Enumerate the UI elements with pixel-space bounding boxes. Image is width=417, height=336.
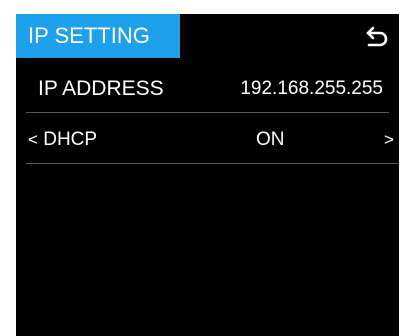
title-bar: IP SETTING [16,14,399,58]
settings-screen: IP SETTING IP ADDRESS 192.168.255.255 < … [16,14,399,336]
dhcp-next-arrow-icon[interactable]: > [379,116,399,164]
ip-address-row[interactable]: IP ADDRESS 192.168.255.255 [26,65,389,113]
ip-address-value: 192.168.255.255 [240,78,383,99]
back-button[interactable] [361,20,393,52]
dhcp-prev-button[interactable]: < DHCP [28,116,97,164]
dhcp-prev-arrow-icon: < [28,130,38,149]
dhcp-label: DHCP [43,129,98,150]
back-return-icon [366,26,388,47]
dhcp-row[interactable]: < DHCP ON > [26,116,399,164]
page-title: IP SETTING [16,14,180,58]
dhcp-value: ON [256,129,285,150]
ip-address-label: IP ADDRESS [38,77,164,100]
